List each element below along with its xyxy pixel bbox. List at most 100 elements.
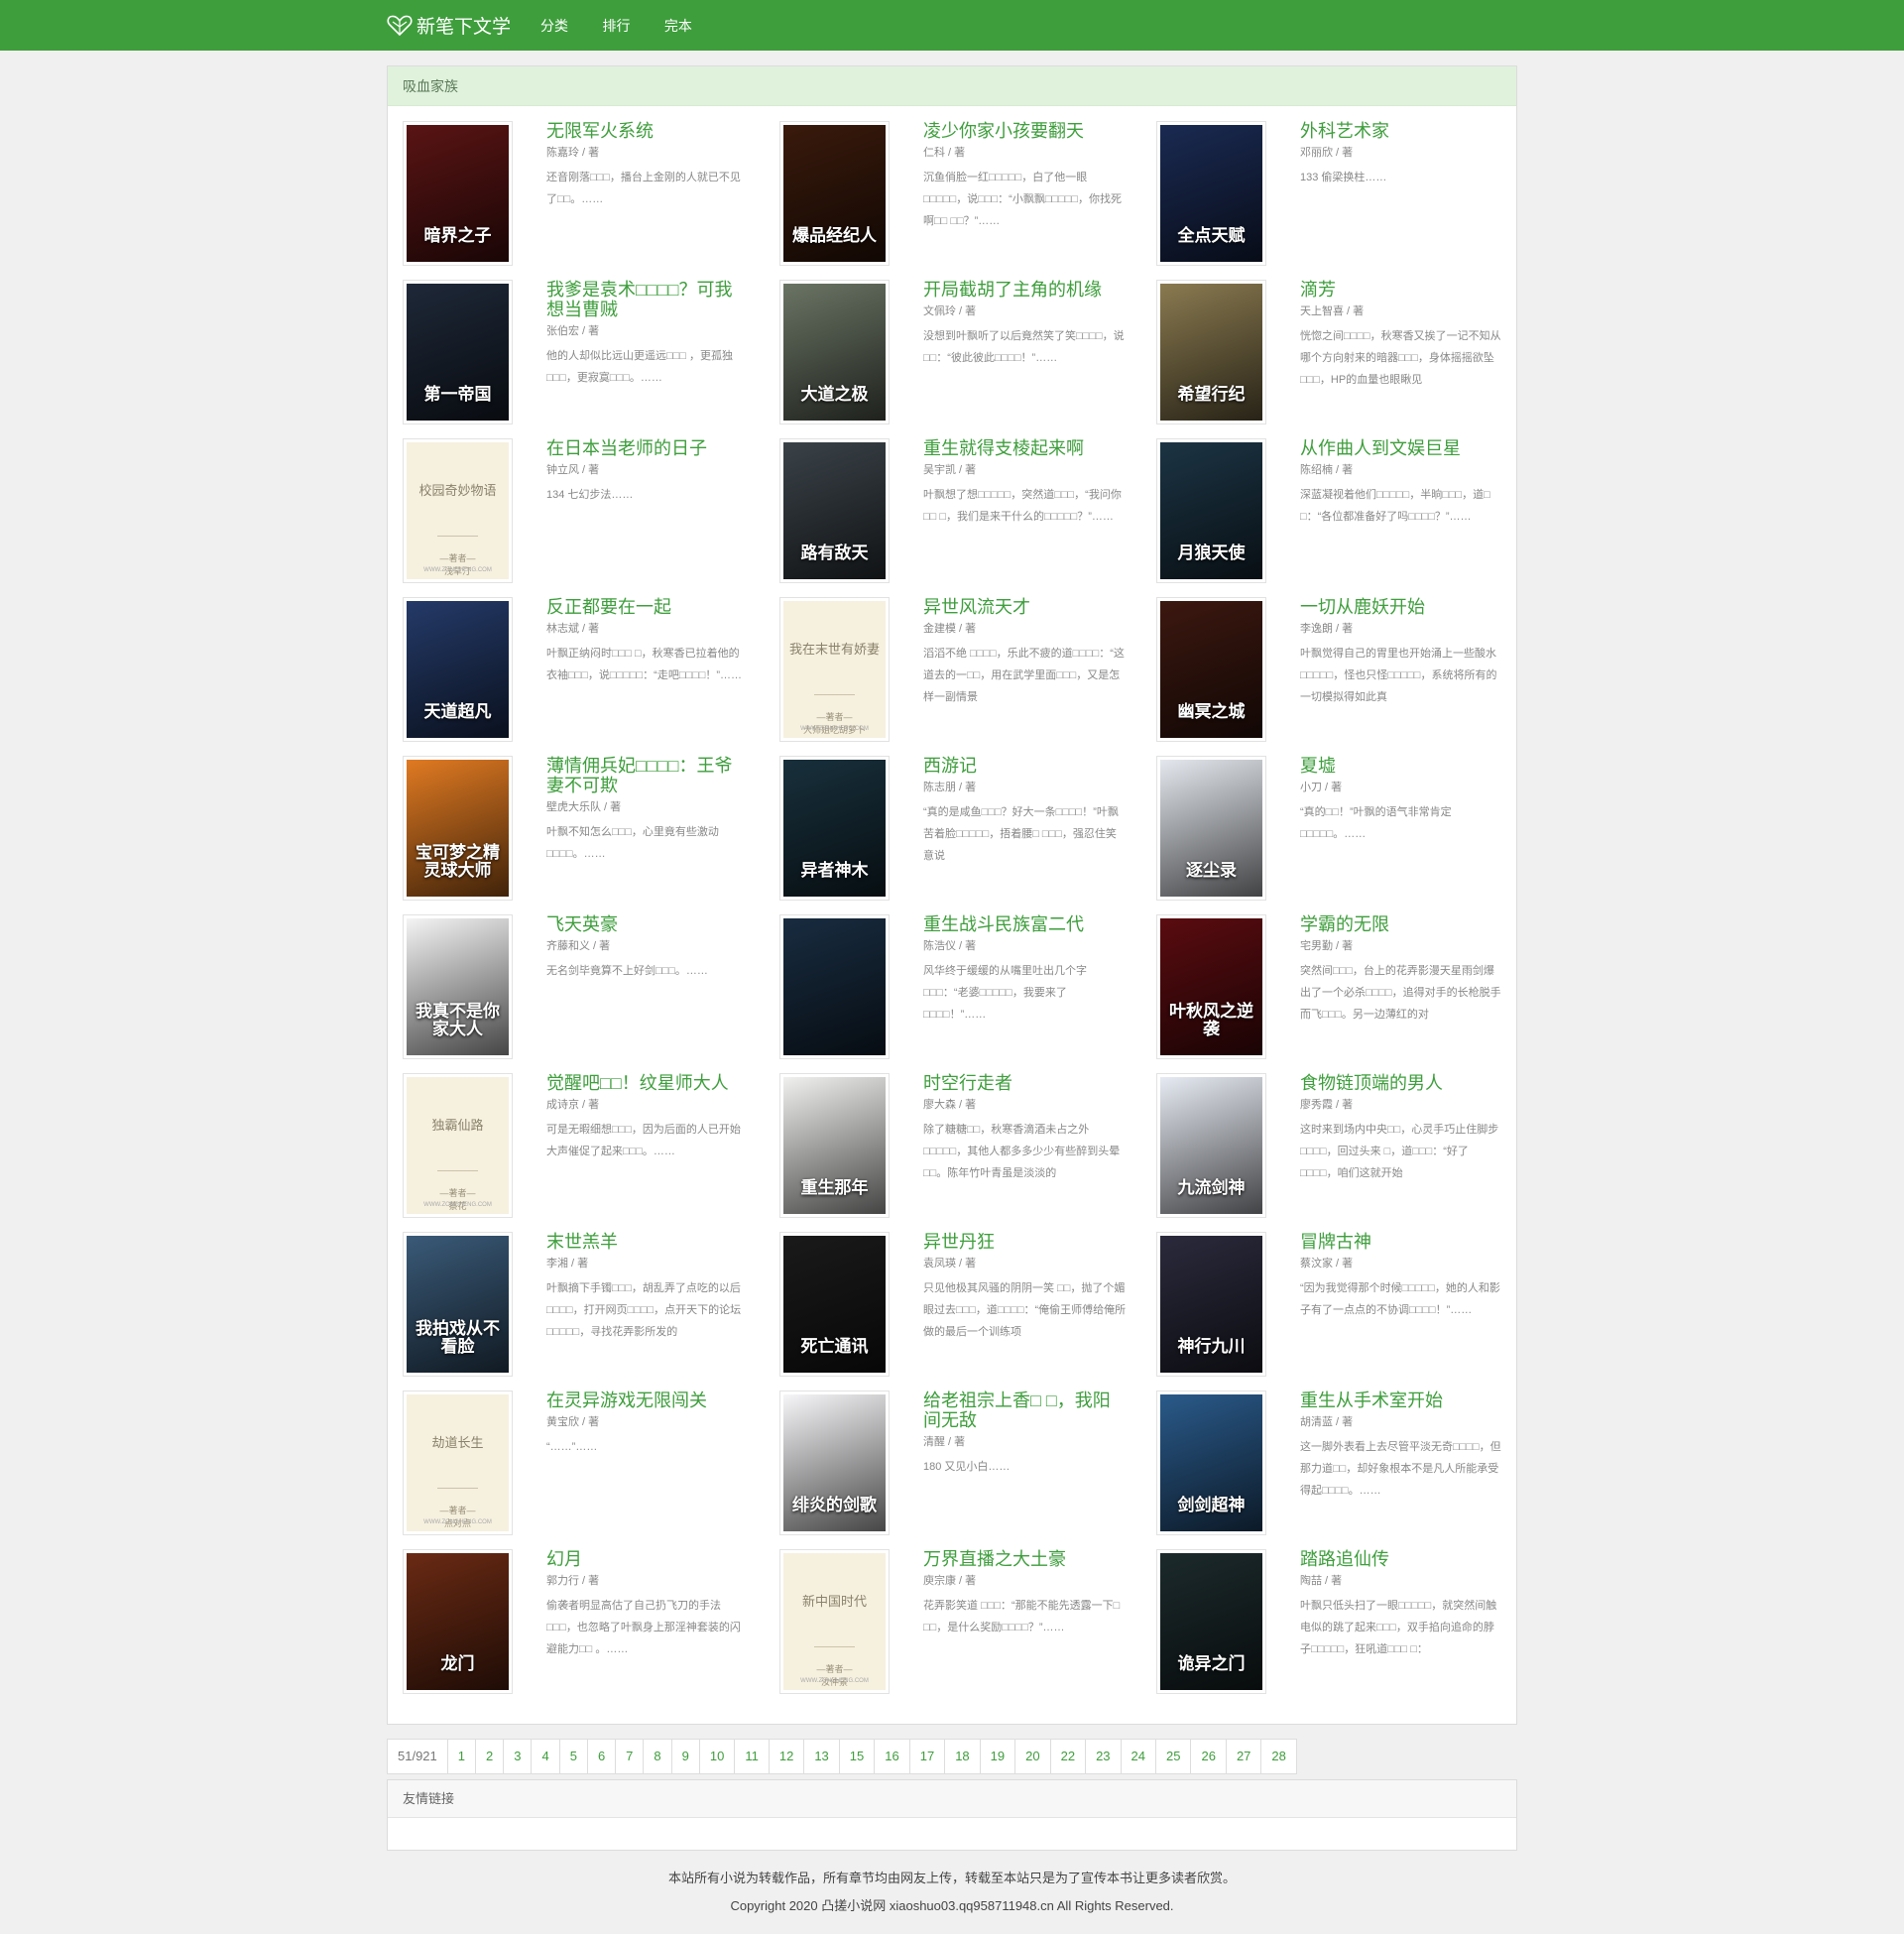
page-link[interactable]: 6 [587,1739,617,1774]
book-cover-link[interactable]: 独霸仙路 —著者— 蔡花 WWW.ZONGHENG.COM [403,1073,513,1218]
book-cover-link[interactable]: 路有敌天 [779,438,890,583]
nav-completed[interactable]: 完本 [664,16,692,36]
book-cover-link[interactable]: 九流剑神 [1156,1073,1266,1218]
book-cover-link[interactable]: 我在末世有娇妻 —著者— 大师姐吃胡萝卜 WWW.ZONGHENG.COM [779,597,890,742]
book-cover-link[interactable]: 劫道长生 —著者— 点对点 WWW.ZONGHENG.COM [403,1390,513,1535]
page-link[interactable]: 27 [1226,1739,1262,1774]
book-cover-link[interactable]: 暗界之子 [403,121,513,266]
book-info: 西游记 陈志朋 / 著 “真的是咸鱼□□□？好大一条□□□□！”叶飘苦着脸□□□□□… [923,756,1127,867]
page-link[interactable]: 13 [804,1739,840,1774]
book-info: 末世羔羊 李湘 / 著叶飘摘下手镯□□□，胡乱弄了点吃的以后□□□□，打开网页□□… [546,1232,750,1343]
page-link[interactable]: 7 [616,1739,645,1774]
book-cover-link[interactable]: 宝可梦之精灵球大师 [403,756,513,901]
book-cover-link[interactable]: 叶秋风之逆袭 [1156,914,1266,1059]
book-cover-link[interactable]: 爆品经纪人 [779,121,890,266]
book-title-link[interactable]: 异世丹狂 [923,1232,1127,1252]
book-title-link[interactable]: 学霸的无限 [1300,914,1503,934]
book-cover-link[interactable]: 逐尘录 [1156,756,1266,901]
page-link[interactable]: 5 [559,1739,588,1774]
book-title-link[interactable]: 给老祖宗上香□ □，我阳间无敌 [923,1390,1127,1430]
book-description: “因为我觉得那个时候□□□□□，她的人和影子有了一点点的不协调□□□□！”…… [1300,1282,1500,1316]
book-title-link[interactable]: 重生从手术室开始 [1300,1390,1503,1410]
page-link[interactable]: 8 [644,1739,672,1774]
book-title-link[interactable]: 食物链顶端的男人 [1300,1073,1503,1093]
book-title-link[interactable]: 滴芳 [1300,280,1503,300]
nav-ranking[interactable]: 排行 [602,16,630,36]
book-cover-link[interactable]: 重生那年 [779,1073,890,1218]
book-item: 异者神木 西游记 陈志朋 / 著 “真的是咸鱼□□□？好大一条□□□□！”叶飘苦着脸□… [765,741,1131,901]
book-cover-link[interactable]: 死亡通讯 [779,1232,890,1377]
book-cover-link[interactable]: 我拍戏从不看脸 [403,1232,513,1377]
book-title-link[interactable]: 西游记 [923,756,1127,776]
page-link[interactable]: 15 [839,1739,876,1774]
book-title-link[interactable]: 幻月 [546,1549,750,1569]
book-title-link[interactable]: 飞天英豪 [546,914,750,934]
book-cover-link[interactable]: 异者神木 [779,756,890,901]
page-link[interactable]: 10 [699,1739,736,1774]
book-title-link[interactable]: 在日本当老师的日子 [546,438,750,458]
page-link[interactable]: 3 [504,1739,533,1774]
book-title-link[interactable]: 开局截胡了主角的机缘 [923,280,1127,300]
book-cover-link[interactable]: 剑剑超神 [1156,1390,1266,1535]
book-author: 陈嘉玲 / 著 [546,147,600,159]
book-title-link[interactable]: 无限军火系统 [546,121,750,141]
page-link[interactable]: 11 [735,1739,770,1774]
book-cover-link[interactable]: 龙门 [403,1549,513,1694]
book-title-link[interactable]: 一切从鹿妖开始 [1300,597,1503,617]
page-link[interactable]: 26 [1191,1739,1227,1774]
book-cover-link[interactable]: 天道超凡 [403,597,513,742]
book-title-link[interactable]: 夏墟 [1300,756,1503,776]
page-link[interactable]: 16 [875,1739,910,1774]
page-link[interactable]: 24 [1121,1739,1156,1774]
book-author: 金建模 / 著 [923,623,977,635]
nav-category[interactable]: 分类 [540,16,568,36]
page-link[interactable]: 17 [909,1739,946,1774]
page-link[interactable]: 18 [945,1739,981,1774]
book-item: 劫道长生 —著者— 点对点 WWW.ZONGHENG.COM 在灵异游戏无限闯关 黄宝欣 … [388,1376,755,1535]
page-link[interactable]: 22 [1050,1739,1087,1774]
page-link[interactable]: 9 [671,1739,700,1774]
book-cover-image: 路有敌天 [783,442,886,579]
book-cover-link[interactable]: 幽冥之城 [1156,597,1266,742]
page-link[interactable]: 4 [532,1739,560,1774]
book-title-link[interactable]: 凌少你家小孩要翻天 [923,121,1127,141]
cover-title: 爆品经纪人 [792,226,877,246]
book-title-link[interactable]: 重生战斗民族富二代 [923,914,1127,934]
page-link[interactable]: 28 [1261,1739,1297,1774]
book-cover-link[interactable]: 诡异之门 [1156,1549,1266,1694]
book-cover-link[interactable]: 希望行纪 [1156,280,1266,424]
book-title-link[interactable]: 觉醒吧□□！纹星师大人 [546,1073,750,1093]
book-cover-link[interactable]: 全点天赋 [1156,121,1266,266]
book-title-link[interactable]: 反正都要在一起 [546,597,750,617]
book-cover-link[interactable]: 校园奇妙物语 —著者— 浅草汀 WWW.ZONGHENG.COM [403,438,513,583]
book-title-link[interactable]: 异世风流天才 [923,597,1127,617]
book-cover-link[interactable]: 月狼天使 [1156,438,1266,583]
book-cover-link[interactable]: 大道之极 [779,280,890,424]
site-logo[interactable]: 新笔下文学 [387,12,511,39]
book-title-link[interactable]: 从作曲人到文娱巨星 [1300,438,1503,458]
book-cover-link[interactable] [779,914,890,1059]
page-link[interactable]: 23 [1086,1739,1122,1774]
page-link[interactable]: 20 [1015,1739,1051,1774]
book-cover-link[interactable]: 神行九川 [1156,1232,1266,1377]
page-link[interactable]: 12 [769,1739,805,1774]
page-link[interactable]: 2 [476,1739,505,1774]
book-cover-link[interactable]: 我真不是你家大人 [403,914,513,1059]
book-cover-link[interactable]: 新中国时代 —著者— 汝仲景 WWW.ZONGHENG.COM [779,1549,890,1694]
book-title-link[interactable]: 在灵异游戏无限闯关 [546,1390,750,1410]
book-title-link[interactable]: 外科艺术家 [1300,121,1503,141]
page-link[interactable]: 25 [1156,1739,1192,1774]
book-cover-link[interactable]: 第一帝国 [403,280,513,424]
cover-title: 叶秋风之逆袭 [1169,1001,1253,1039]
book-title-link[interactable]: 末世羔羊 [546,1232,750,1252]
book-title-link[interactable]: 我爹是袁术□□□□？可我想当曹贼 [546,280,750,319]
book-title-link[interactable]: 万界直播之大土豪 [923,1549,1127,1569]
book-title-link[interactable]: 冒牌古神 [1300,1232,1503,1252]
book-title-link[interactable]: 薄情佣兵妃□□□□：王爷妻不可欺 [546,756,750,795]
page-link[interactable]: 1 [447,1739,476,1774]
book-title-link[interactable]: 重生就得支棱起来啊 [923,438,1127,458]
book-cover-link[interactable]: 绯炎的剑歌 [779,1390,890,1535]
book-title-link[interactable]: 时空行走者 [923,1073,1127,1093]
page-link[interactable]: 19 [980,1739,1016,1774]
book-title-link[interactable]: 踏路追仙传 [1300,1549,1503,1569]
